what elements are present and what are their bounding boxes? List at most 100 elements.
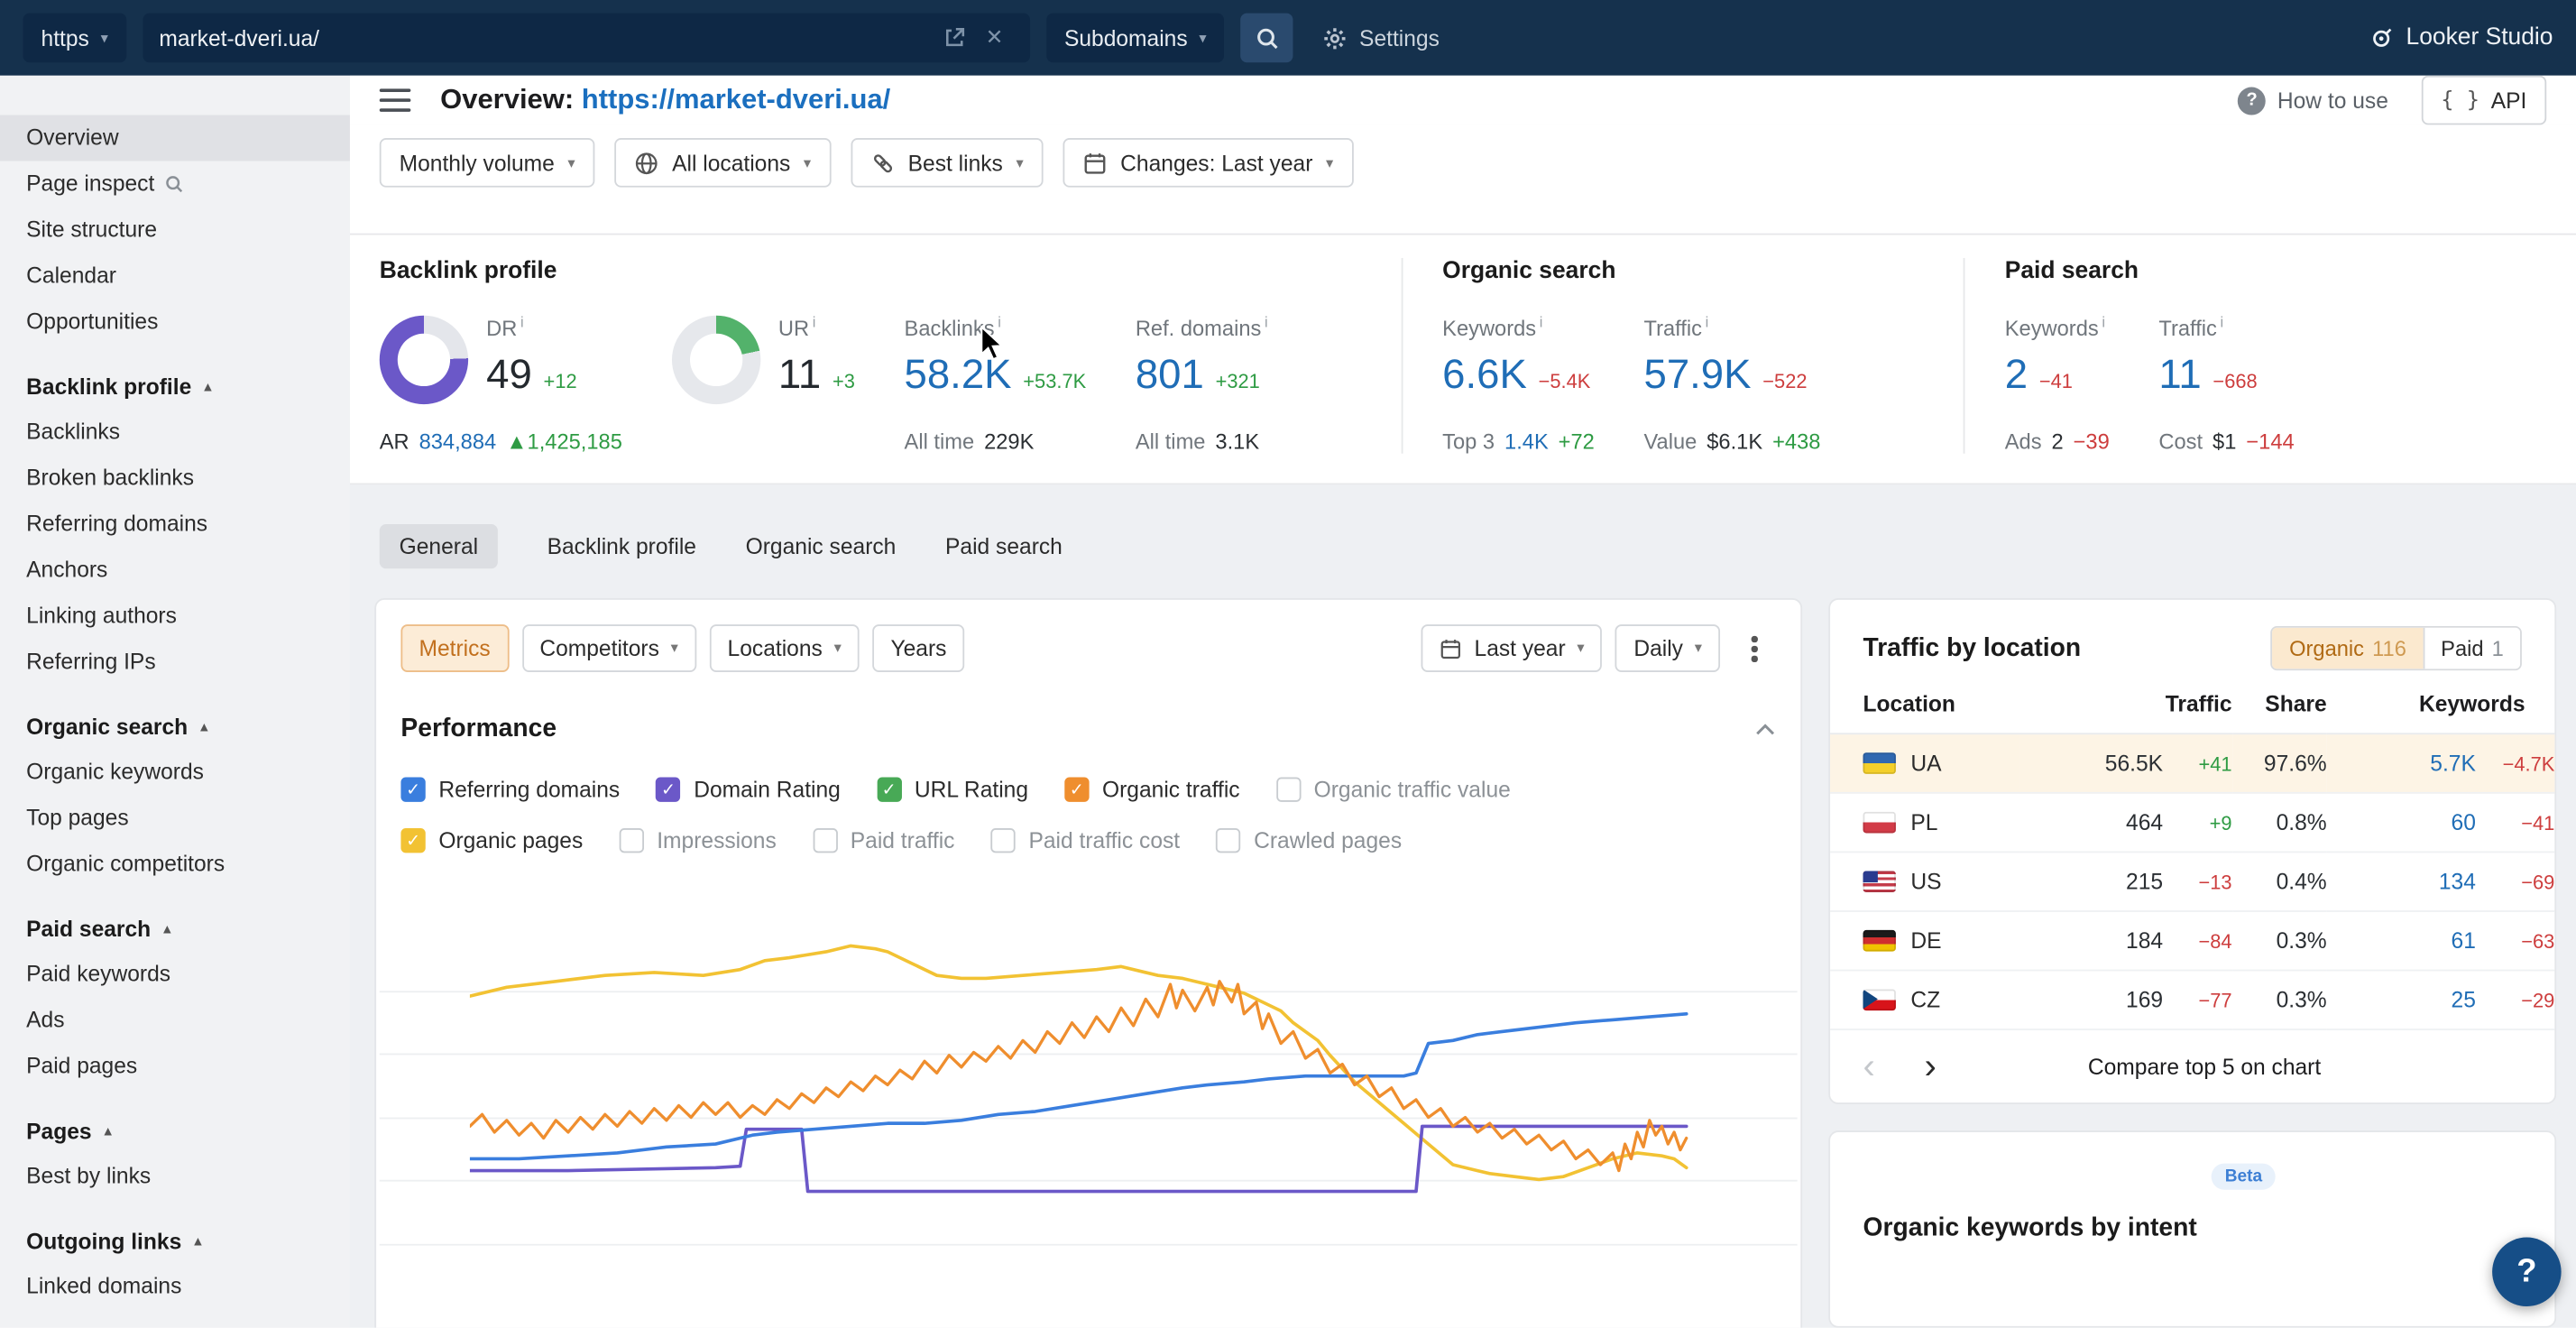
column-header-keywords[interactable]: Keywords [2327,692,2555,733]
sidebar-item-organic-keywords[interactable]: Organic keywords [0,750,350,796]
table-row-us[interactable]: US 215−13 0.4% 134−69 [1830,853,2554,912]
sidebar-section-organic-search[interactable]: Organic search▲ [0,705,350,749]
volume-filter-dropdown[interactable]: Monthly volume ▾ [380,138,595,188]
legend-organic-pages[interactable]: Organic pages [400,829,583,853]
how-to-use-button[interactable]: ? How to use [2238,87,2388,115]
scope-dropdown[interactable]: Subdomains ▾ [1046,14,1225,63]
metrics-tab[interactable]: Metrics [400,625,508,673]
open-in-new-tab-icon[interactable] [933,26,975,50]
metric-value[interactable]: 11 [2158,352,2201,398]
legend-paid-traffic[interactable]: Paid traffic [813,829,955,853]
sidebar-item-calendar[interactable]: Calendar [0,254,350,300]
info-icon[interactable]: i [1265,314,1268,330]
toggle-organic[interactable]: Organic 116 [2273,628,2423,669]
search-button[interactable] [1241,14,1293,63]
url-input[interactable]: market-dveri.ua/ ✕ [143,14,1030,63]
sidebar-item-paid-pages[interactable]: Paid pages [0,1044,350,1090]
keywords-value[interactable]: 5.7K [2404,752,2476,776]
info-icon[interactable]: i [998,314,1001,330]
legend-organic-traffic-value[interactable]: Organic traffic value [1276,778,1511,802]
metric-value[interactable]: 58.2K [905,352,1012,398]
keywords-value[interactable]: 25 [2404,988,2476,1012]
protocol-dropdown[interactable]: https ▾ [23,14,126,63]
keywords-value[interactable]: 60 [2404,811,2476,835]
keywords-value[interactable]: 134 [2404,870,2476,894]
sidebar-section-backlink-profile[interactable]: Backlink profile▲ [0,364,350,409]
legend-organic-traffic[interactable]: Organic traffic [1064,778,1240,802]
sidebar-section-paid-search[interactable]: Paid search▲ [0,907,350,951]
sub-value[interactable]: 834,884 [419,429,497,454]
settings-button[interactable]: Settings [1323,25,1440,50]
info-icon[interactable]: i [520,314,524,330]
sidebar-item-organic-competitors[interactable]: Organic competitors [0,842,350,888]
table-row-pl[interactable]: PL 464+9 0.8% 60−41 [1830,793,2554,853]
table-row-cz[interactable]: CZ 169−77 0.3% 25−29 [1830,971,2554,1030]
legend-impressions[interactable]: Impressions [619,829,776,853]
locations-dropdown[interactable]: Locations▾ [710,625,860,673]
sidebar-section-outgoing-links[interactable]: Outgoing links▲ [0,1220,350,1264]
tab-paid-search[interactable]: Paid search [945,525,1063,569]
menu-icon[interactable] [380,88,411,112]
date-range-dropdown[interactable]: Last year ▾ [1421,625,1602,673]
column-header-share[interactable]: Share [2232,692,2327,733]
info-icon[interactable]: i [2221,314,2224,330]
keywords-value[interactable]: 61 [2404,929,2476,954]
legend-url-rating[interactable]: URL Rating [877,778,1028,802]
more-options-icon[interactable] [1734,625,1776,673]
metric-value[interactable]: 801 [1136,352,1204,398]
sidebar-item-overview[interactable]: Overview [0,115,350,161]
sidebar-item-paid-keywords[interactable]: Paid keywords [0,952,350,998]
sub-value[interactable]: 1.4K [1504,429,1549,454]
metric-value[interactable]: 57.9K [1644,352,1752,398]
tab-general[interactable]: General [380,525,498,569]
sidebar-item-ads[interactable]: Ads [0,998,350,1044]
legend-crawled-pages[interactable]: Crawled pages [1216,829,1402,853]
next-page-icon[interactable]: › [1924,1050,1936,1083]
column-header-location[interactable]: Location [1830,692,2019,733]
tab-organic-search[interactable]: Organic search [746,525,897,569]
clear-url-icon[interactable]: ✕ [976,24,1014,51]
table-row-de[interactable]: DE 184−84 0.3% 61−63 [1830,912,2554,972]
sidebar-item-page-inspect[interactable]: Page inspect [0,161,350,208]
info-icon[interactable]: i [2102,314,2105,330]
legend-referring-domains[interactable]: Referring domains [400,778,620,802]
metric-value[interactable]: 6.6K [1442,352,1527,398]
sidebar-item-top-pages[interactable]: Top pages [0,796,350,842]
granularity-dropdown[interactable]: Daily ▾ [1615,625,1720,673]
sidebar-section-pages[interactable]: Pages▲ [0,1109,350,1153]
locations-filter-dropdown[interactable]: All locations ▾ [614,138,831,188]
legend-paid-traffic-cost[interactable]: Paid traffic cost [991,829,1181,853]
compare-on-chart-link[interactable]: Compare top 5 on chart [1937,1055,2472,1079]
sidebar-item-broken-backlinks[interactable]: Broken backlinks [0,456,350,502]
legend-domain-rating[interactable]: Domain Rating [656,778,841,802]
sidebar-item-opportunities[interactable]: Opportunities [0,300,350,346]
sidebar-item-referring-domains[interactable]: Referring domains [0,502,350,548]
column-header-traffic[interactable]: Traffic [2019,692,2231,733]
table-row-ua[interactable]: UA 56.5K+41 97.6% 5.7K−4.7K [1830,734,2554,794]
metric-value[interactable]: 2 [2005,352,2028,398]
years-tab[interactable]: Years [872,625,964,673]
sidebar-item-linked-domains[interactable]: Linked domains [0,1264,350,1310]
sidebar-item-site-structure[interactable]: Site structure [0,208,350,254]
protocol-label: https [41,25,89,50]
sidebar-item-referring-ips[interactable]: Referring IPs [0,640,350,686]
changes-filter-dropdown[interactable]: Changes: Last year ▾ [1063,138,1353,188]
tab-backlink-profile[interactable]: Backlink profile [547,525,696,569]
previous-page-icon[interactable]: ‹ [1863,1050,1875,1083]
target-url-link[interactable]: https://market-dveri.ua/ [582,84,890,115]
sidebar-item-best-by-links[interactable]: Best by links [0,1154,350,1200]
api-button[interactable]: { } API [2421,76,2546,125]
sidebar-item-backlinks[interactable]: Backlinks [0,410,350,456]
collapse-section-icon[interactable] [1754,719,1776,741]
sidebar-item-linking-authors[interactable]: Linking authors [0,594,350,640]
info-icon[interactable]: i [1706,314,1709,330]
info-icon[interactable]: i [813,314,816,330]
info-icon[interactable]: i [1540,314,1543,330]
toggle-paid[interactable]: Paid 1 [2423,628,2520,669]
organic-keywords-by-intent-card: Organic keywords by intent Beta [1828,1131,2556,1328]
best-links-filter-dropdown[interactable]: Best links ▾ [851,138,1044,188]
competitors-dropdown[interactable]: Competitors▾ [521,625,696,673]
sub-value: $1 [2213,429,2236,454]
sidebar-item-anchors[interactable]: Anchors [0,548,350,594]
help-button[interactable]: ? [2492,1238,2562,1307]
